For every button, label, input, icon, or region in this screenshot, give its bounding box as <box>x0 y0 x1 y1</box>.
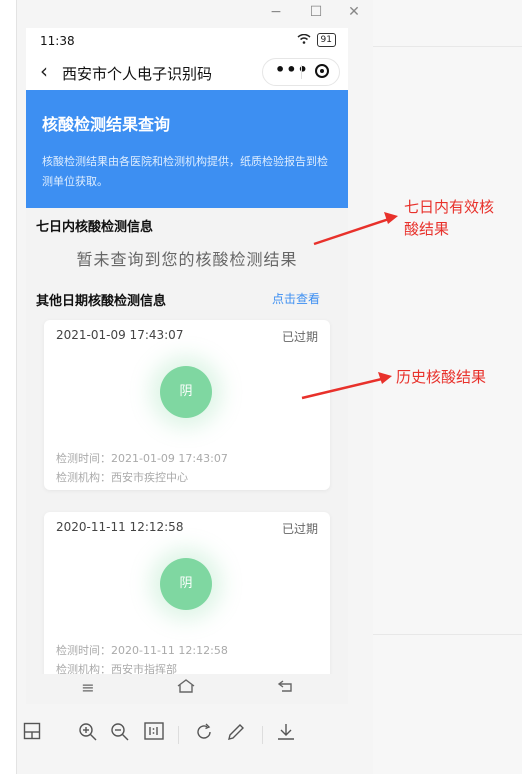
record-status: 已过期 <box>281 522 318 536</box>
close-button[interactable]: ✕ <box>343 4 365 20</box>
annotation-recent-line2: 酸结果 <box>404 220 450 238</box>
header-banner: 核酸检测结果查询 核酸检测结果由各医院和检测机构提供，纸质检验报告到检测单位获取… <box>26 90 348 208</box>
status-time: 11:38 <box>40 34 75 48</box>
wifi-icon <box>297 33 311 47</box>
phone-navigation-bar: ≡ <box>26 674 348 704</box>
zoom-in-icon[interactable] <box>76 722 100 746</box>
annotation-recent-line1: 七日内有效核 <box>404 198 495 216</box>
right-background <box>372 0 522 774</box>
divider <box>372 46 522 47</box>
minimize-button[interactable]: − <box>265 4 287 20</box>
record-datetime: 2021-01-09 17:43:07 <box>56 328 184 342</box>
record-test-time: 检测时间：2020-11-11 12:12:58 <box>56 644 228 657</box>
back-arrow-icon[interactable]: ‹ <box>34 59 54 83</box>
divider <box>178 726 179 744</box>
divider <box>262 726 263 744</box>
more-options-icon[interactable]: ••• <box>275 60 309 79</box>
rotate-icon[interactable] <box>192 722 216 746</box>
download-icon[interactable] <box>274 722 298 746</box>
record-status: 已过期 <box>281 330 318 344</box>
divider <box>372 634 522 635</box>
empty-result-message: 暂未查询到您的核酸检测结果 <box>76 250 298 269</box>
zoom-out-icon[interactable] <box>108 722 132 746</box>
status-icons: 91 <box>297 33 336 47</box>
test-record-card[interactable]: 2020-11-11 12:12:58 已过期 阴 检测时间：2020-11-1… <box>44 512 330 674</box>
annotation-recent-result: 七日内有效核 酸结果 <box>404 196 522 240</box>
banner-description: 核酸检测结果由各医院和检测机构提供，纸质检验报告到检测单位获取。 <box>42 155 328 188</box>
bottom-toolbar <box>16 716 372 756</box>
record-institution: 检测机构：西安市疾控中心 <box>56 471 188 484</box>
status-bar: 11:38 91 <box>26 28 348 54</box>
negative-result-badge: 阴 <box>160 366 212 418</box>
view-history-link[interactable]: 点击查看 <box>272 290 320 307</box>
annotation-history-result: 历史核酸结果 <box>396 368 487 386</box>
record-datetime: 2020-11-11 12:12:58 <box>56 520 184 534</box>
record-test-time: 检测时间：2021-01-09 17:43:07 <box>56 452 228 465</box>
page-title: 西安市个人电子识别码 <box>62 65 213 83</box>
recent-section-title: 七日内核酸检测信息 <box>36 220 154 235</box>
edit-pencil-icon[interactable] <box>224 722 248 746</box>
close-target-icon[interactable] <box>315 64 329 78</box>
negative-result-badge: 阴 <box>160 558 212 610</box>
battery-indicator: 91 <box>316 33 336 47</box>
history-section-title: 其他日期核酸检测信息 <box>36 294 167 309</box>
maximize-button[interactable]: ☐ <box>305 4 327 20</box>
actual-size-icon[interactable] <box>142 722 166 746</box>
nav-bar: ‹ 西安市个人电子识别码 ••• <box>26 54 348 90</box>
menu-icon[interactable]: ≡ <box>76 678 100 697</box>
divider <box>301 65 302 79</box>
mini-program-capsule: ••• <box>262 58 340 86</box>
home-icon[interactable] <box>174 678 198 698</box>
test-record-card[interactable]: 2021-01-09 17:43:07 已过期 阴 检测时间：2021-01-0… <box>44 320 330 490</box>
layout-icon[interactable] <box>20 722 44 746</box>
back-icon[interactable] <box>274 678 298 698</box>
record-institution: 检测机构：西安市指挥部 <box>56 663 177 674</box>
banner-title: 核酸检测结果查询 <box>42 115 171 134</box>
phone-screen: 11:38 91 ‹ 西安市个人电子识别码 ••• 核酸检测结果查询 核酸检测结… <box>26 28 348 674</box>
